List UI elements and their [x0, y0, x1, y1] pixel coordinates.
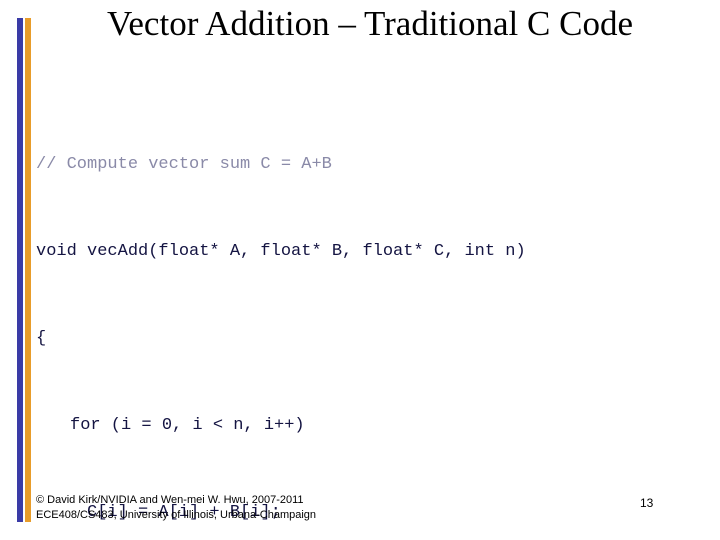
page-title: Vector Addition – Traditional C Code	[107, 4, 633, 43]
left-accent-bar-blue	[17, 18, 23, 522]
code-line-comment-compute: // Compute vector sum C = A+B	[36, 155, 332, 174]
code-block: // Compute vector sum C = A+B void vecAd…	[36, 92, 696, 540]
code-line-for-loop: for (i = 0, i < n, i++)	[70, 416, 305, 435]
slide-canvas: Vector Addition – Traditional C Code // …	[0, 0, 720, 540]
code-line-open-brace-1: {	[36, 329, 47, 348]
footer-line-copyright: © David Kirk/NVIDIA and Wen-mei W. Hwu, …	[36, 494, 304, 506]
page-number: 13	[640, 496, 654, 510]
footer-line-course: ECE408/CS483, University of Illinois, Ur…	[36, 509, 317, 521]
left-accent-bar-orange	[25, 18, 31, 522]
footer-attribution: © David Kirk/NVIDIA and Wen-mei W. Hwu, …	[36, 493, 316, 523]
code-line-vecadd-signature: void vecAdd(float* A, float* B, float* C…	[36, 242, 526, 261]
